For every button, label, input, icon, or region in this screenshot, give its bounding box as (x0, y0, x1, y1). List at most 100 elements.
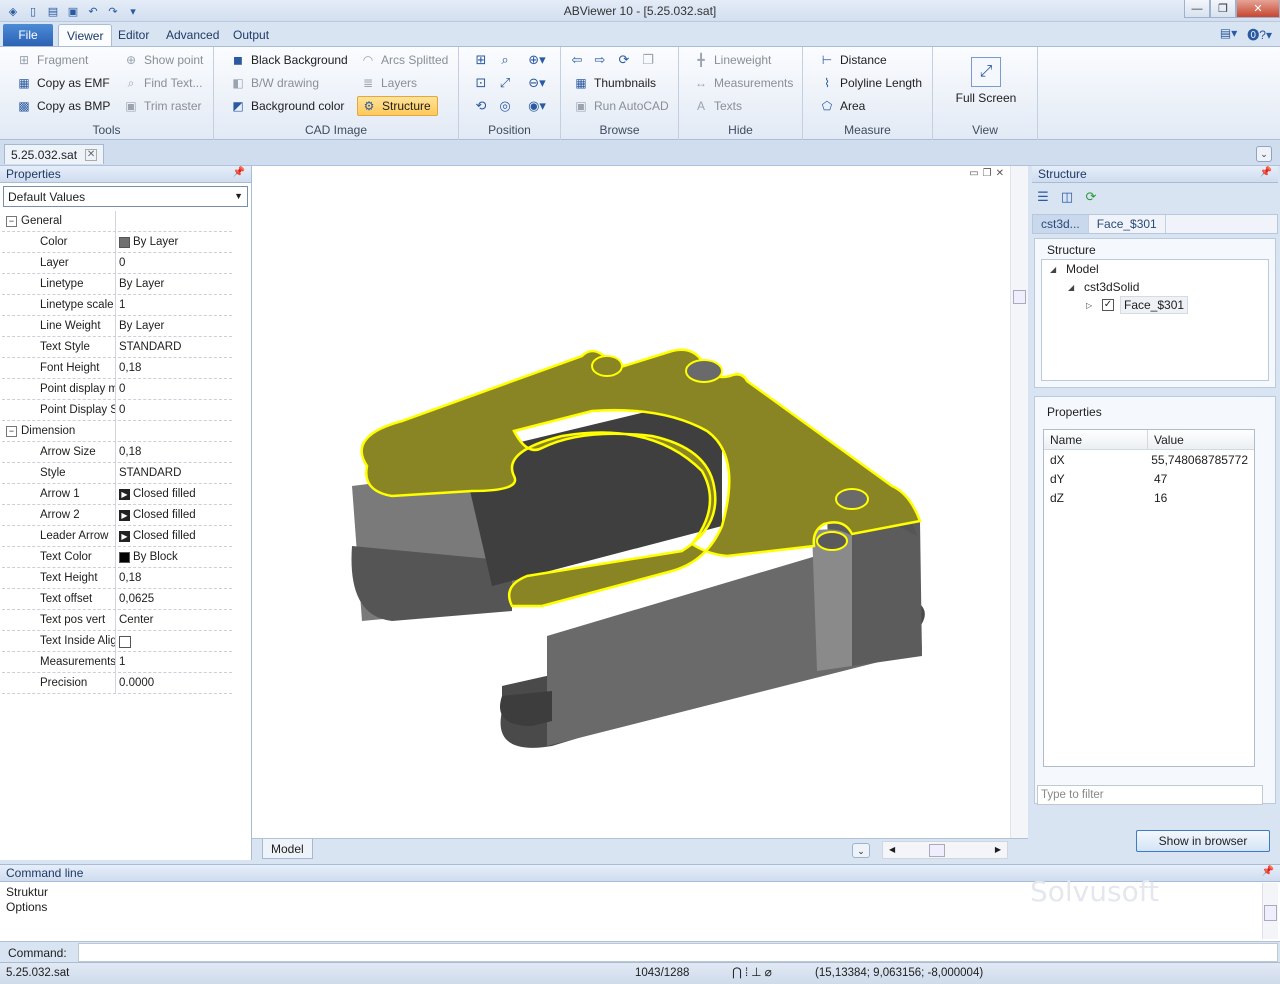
tree-node-cst3dsolid[interactable]: ◢ cst3dSolid (1068, 278, 1139, 296)
tab-file[interactable]: File (3, 24, 53, 46)
copy-bmp-button[interactable]: ▩ Copy as BMP (16, 96, 110, 116)
property-row[interactable]: Layer 0 (2, 253, 232, 274)
zoom-window-icon[interactable]: ⌕ (495, 50, 515, 70)
view-icon[interactable]: ◉▾ (523, 96, 551, 116)
close-tab-icon[interactable]: ✕ (85, 148, 98, 161)
refresh-icon[interactable]: ⟳ (1082, 188, 1100, 206)
property-row[interactable]: Color By Layer (2, 232, 232, 253)
help-icon[interactable]: ⓿?▾ (1247, 26, 1272, 43)
property-row[interactable]: Arrow 2 ▶ Closed filled (2, 505, 232, 526)
maximize-button[interactable]: ❐ (1210, 0, 1236, 18)
distance-button[interactable]: ⊢ Distance (819, 50, 887, 70)
property-row[interactable]: Text Height 0,18 (2, 568, 232, 589)
tab-editor[interactable]: Editor (110, 24, 157, 46)
property-row[interactable]: Text Color By Block (2, 547, 232, 568)
show-point-button[interactable]: ⊕ Show point (123, 50, 203, 70)
command-scroll-thumb[interactable] (1264, 905, 1277, 921)
polyline-length-button[interactable]: ⌇ Polyline Length (819, 73, 922, 93)
zoom-in-icon[interactable]: ⊕▾ (523, 50, 551, 70)
tab-output[interactable]: Output (225, 24, 277, 46)
tab-advanced[interactable]: Advanced (158, 24, 227, 46)
property-row[interactable]: Precision 0.0000 (2, 673, 232, 694)
options-icon[interactable]: ▤▾ (1220, 26, 1237, 43)
pan-icon[interactable]: ⊞ (471, 50, 491, 70)
pin-icon[interactable]: 📌 (233, 167, 245, 178)
arcs-splitted-button[interactable]: ◠ Arcs Splitted (360, 50, 449, 70)
pin-icon[interactable]: 📌 (1262, 866, 1274, 877)
scroll-right-icon[interactable]: ▶ (995, 845, 1001, 854)
property-row[interactable]: Text offset 0,0625 (2, 589, 232, 610)
copy-page-icon[interactable]: ❐ (638, 50, 658, 70)
property-row[interactable]: Arrow 1 ▶ Closed filled (2, 484, 232, 505)
column-header-name[interactable]: Name (1044, 430, 1148, 449)
tab-model[interactable]: Model (262, 839, 313, 859)
property-row[interactable]: Leader Arrow ▶ Closed filled (2, 526, 232, 547)
tree-node-model[interactable]: ◢ Model (1050, 260, 1099, 278)
tab-viewer[interactable]: Viewer (58, 24, 113, 46)
structure-button[interactable]: ⚙ Structure (357, 96, 438, 116)
property-row[interactable]: Font Height 0,18 (2, 358, 232, 379)
close-button[interactable]: ✕ (1236, 0, 1280, 18)
property-row[interactable]: Linetype By Layer (2, 274, 232, 295)
black-background-button[interactable]: ◼ Black Background (230, 50, 348, 70)
area-button[interactable]: ⬠ Area (819, 96, 866, 116)
collapse-icon[interactable]: − (6, 426, 17, 437)
texts-button[interactable]: A Texts (693, 96, 742, 116)
property-row[interactable]: Line Weight By Layer (2, 316, 232, 337)
layout-dropdown[interactable]: ⌄ (852, 843, 870, 858)
horizontal-scrollbar[interactable]: ◀ ▶ (882, 841, 1008, 859)
bw-drawing-button[interactable]: ◧ B/W drawing (230, 73, 319, 93)
breadcrumb-item[interactable]: Face_$301 (1089, 215, 1166, 233)
fragment-button[interactable]: ⊞ Fragment (16, 50, 88, 70)
property-row[interactable]: Style STANDARD (2, 463, 232, 484)
command-scrollbar[interactable] (1262, 883, 1278, 939)
property-row[interactable]: Point display m0 (2, 379, 232, 400)
show-in-browser-button[interactable]: Show in browser (1136, 830, 1270, 852)
table-row[interactable]: dZ 16 (1044, 488, 1254, 507)
property-row[interactable]: Text Style STANDARD (2, 337, 232, 358)
collapse-icon[interactable]: ◢ (1068, 283, 1078, 292)
trim-raster-button[interactable]: ▣ Trim raster (123, 96, 201, 116)
document-tab[interactable]: 5.25.032.sat ✕ (4, 144, 105, 164)
collapse-icon[interactable]: − (6, 216, 17, 227)
find-text-button[interactable]: ⌕ Find Text... (123, 73, 203, 93)
horizontal-scroll-thumb[interactable] (929, 844, 945, 857)
vertical-scroll-thumb[interactable] (1013, 290, 1026, 304)
minimize-button[interactable]: — (1184, 0, 1210, 18)
property-row[interactable]: Point Display Si 0 (2, 400, 232, 421)
tab-list-dropdown[interactable]: ⌄ (1256, 146, 1272, 162)
zoom-extents-icon[interactable]: ⤢ (495, 73, 515, 93)
property-row[interactable]: Text pos vert Center (2, 610, 232, 631)
property-row[interactable]: Measurements 1 (2, 652, 232, 673)
vertical-scrollbar[interactable]: ▼ (1010, 166, 1028, 852)
properties-combo[interactable]: Default Values ▼ (3, 186, 248, 207)
forward-arrow-icon[interactable]: ⇨ (590, 50, 610, 70)
background-color-button[interactable]: ◩ Background color (230, 96, 344, 116)
pin-icon[interactable]: 📌 (1260, 167, 1272, 178)
fit-icon[interactable]: ⊡ (471, 73, 491, 93)
breadcrumb-item[interactable]: cst3d... (1033, 215, 1089, 233)
drawing-canvas[interactable]: ▭❐✕ ▼ Model ⌄ ◀ (252, 166, 1028, 860)
orbit-icon[interactable]: ◎ (495, 96, 515, 116)
property-row[interactable]: Text Inside Alig (2, 631, 232, 652)
property-checkbox[interactable] (119, 636, 131, 648)
table-row[interactable]: dX 55,748068785772 (1044, 450, 1254, 469)
column-header-value[interactable]: Value (1148, 430, 1190, 449)
property-category[interactable]: − General (2, 211, 232, 232)
measurements-button[interactable]: ↔ Measurements (693, 73, 793, 93)
thumbnails-button[interactable]: ▦ Thumbnails (573, 73, 656, 93)
tree-node-face[interactable]: ▷ ✓ Face_$301 (1086, 296, 1189, 314)
layers-button[interactable]: ≣ Layers (360, 73, 417, 93)
property-category[interactable]: − Dimension (2, 421, 232, 442)
property-row[interactable]: Linetype scale 1 (2, 295, 232, 316)
copy-emf-button[interactable]: ▦ Copy as EMF (16, 73, 109, 93)
horizontal-layout-icon[interactable]: ☰ (1034, 188, 1052, 206)
filter-input[interactable]: Type to filter (1037, 785, 1263, 805)
run-autocad-button[interactable]: ▣ Run AutoCAD (573, 96, 668, 116)
zoom-out-icon[interactable]: ⊖▾ (523, 73, 551, 93)
back-arrow-icon[interactable]: ⇦ (567, 50, 587, 70)
scroll-left-icon[interactable]: ◀ (889, 845, 895, 854)
refresh-icon[interactable]: ⟳ (614, 50, 634, 70)
expand-icon[interactable]: ▷ (1086, 301, 1096, 310)
full-screen-button[interactable]: ⤢ Full Screen (951, 57, 1021, 105)
